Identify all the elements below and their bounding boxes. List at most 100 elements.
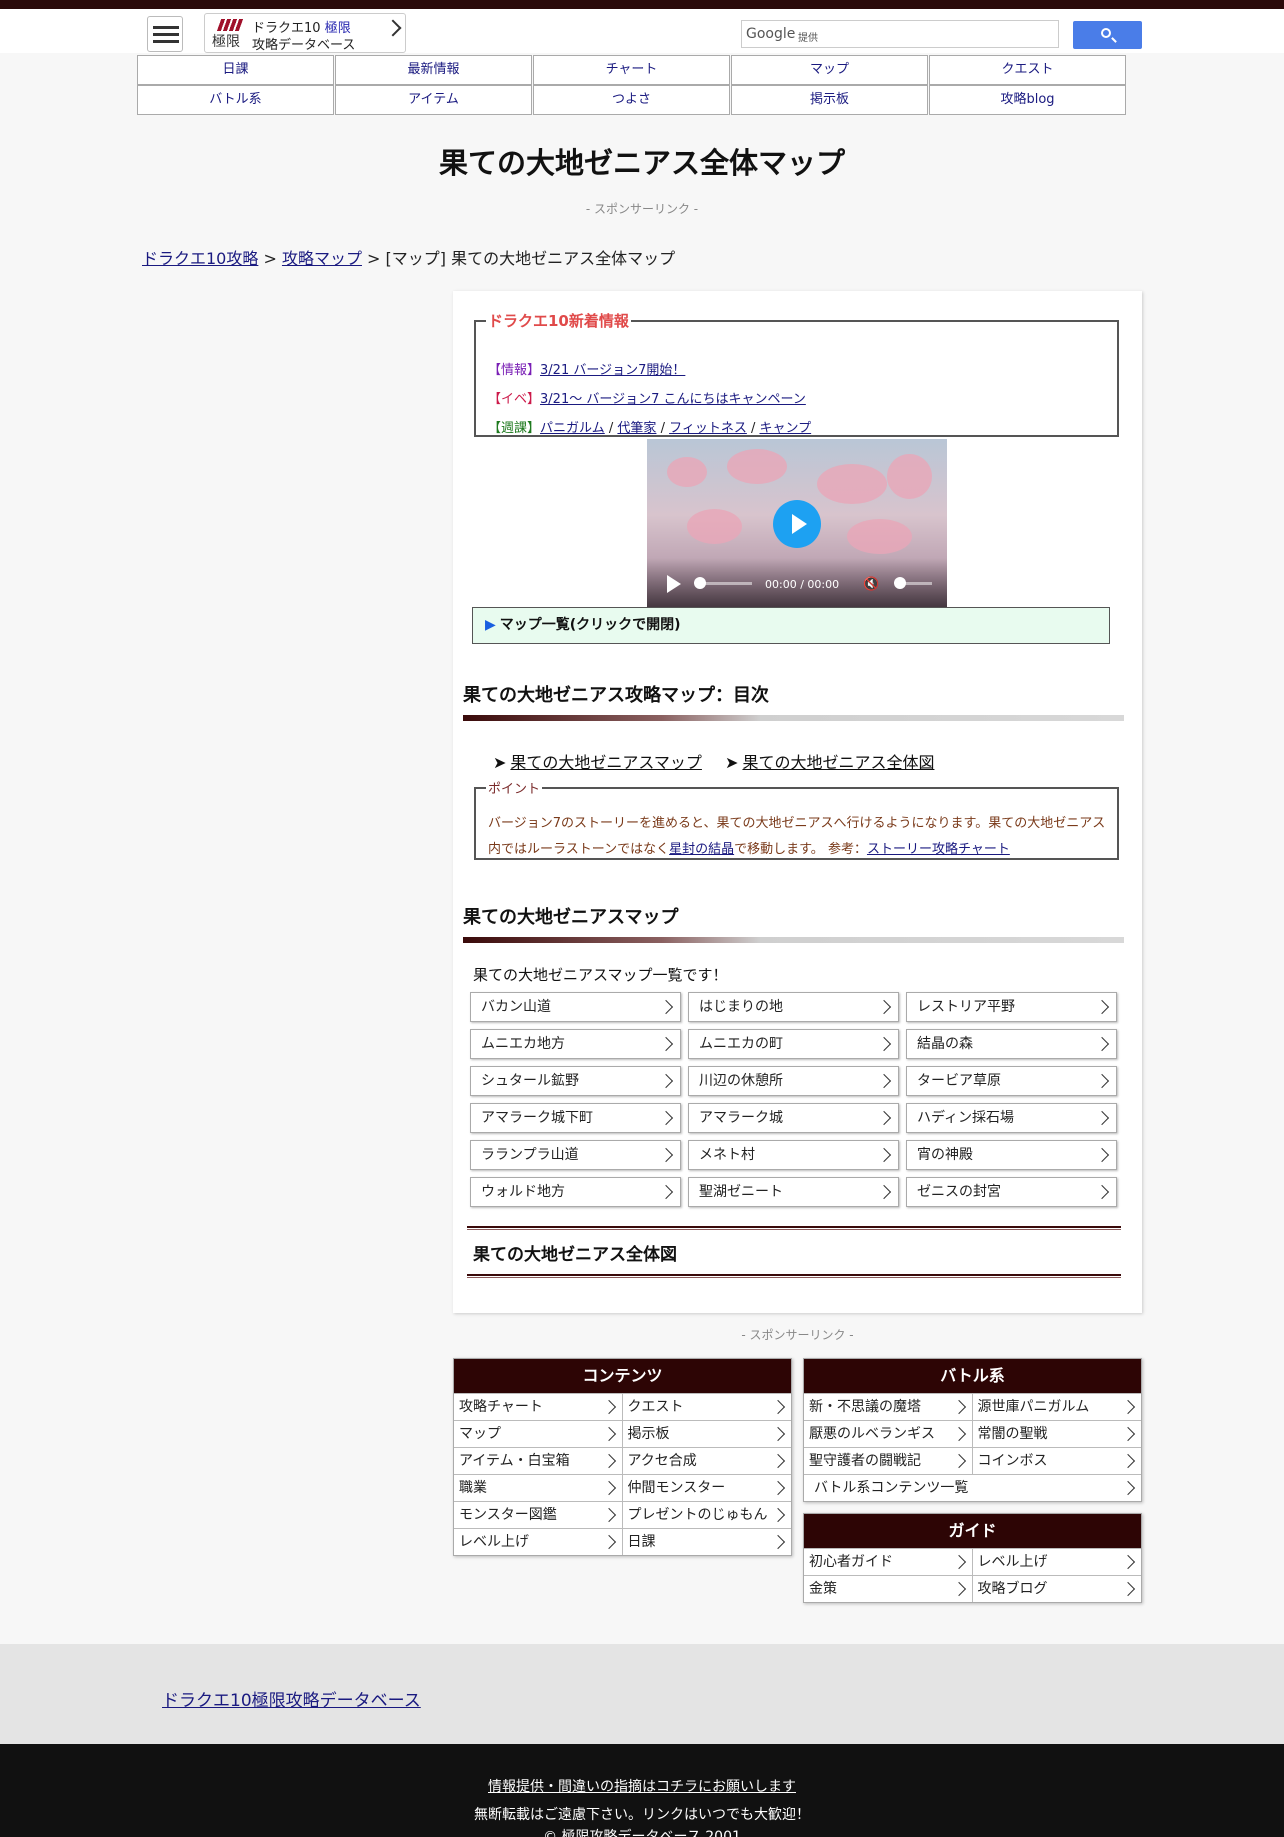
nav-item[interactable]: アイテム [335, 85, 532, 115]
map-link[interactable]: シュタール鉱野 [470, 1066, 681, 1096]
panel-link[interactable]: 源世庫パニガルム [972, 1393, 1141, 1420]
search-button[interactable] [1073, 21, 1142, 49]
panel-link[interactable]: レベル上げ [972, 1548, 1141, 1575]
toc-link-maps[interactable]: 果ての大地ゼニアスマップ [510, 753, 702, 772]
chevron-right-icon [770, 1399, 786, 1415]
panel-link[interactable]: 掲示板 [622, 1420, 791, 1447]
map-link[interactable]: タービア草原 [906, 1066, 1117, 1096]
map-link[interactable]: 宵の神殿 [906, 1140, 1117, 1170]
news-link[interactable]: 3/21 バージョン7開始！ [540, 363, 685, 378]
weekly-link[interactable]: フィットネス [669, 421, 747, 436]
nav-map[interactable]: マップ [731, 55, 928, 85]
map-link[interactable]: ラランプラ山道 [470, 1140, 681, 1170]
play-icon[interactable] [667, 575, 681, 593]
chevron-right-icon [601, 1426, 616, 1442]
report-link[interactable]: 情報提供・間違いの指摘はコチラにお願いします [488, 1779, 796, 1795]
map-link[interactable]: アマラーク城下町 [470, 1103, 681, 1133]
map-link[interactable]: ムニエカの町 [688, 1029, 899, 1059]
nav-strength[interactable]: つよさ [533, 85, 730, 115]
nav-quest[interactable]: クエスト [929, 55, 1126, 85]
top-accent-bar [0, 0, 1284, 9]
panel-link[interactable]: マップ [454, 1420, 623, 1447]
panel-link[interactable]: 新・不思議の魔塔 [804, 1393, 973, 1420]
panel-link[interactable]: 攻略チャート [454, 1393, 623, 1420]
copyright: © 極限攻略データベース 2001 [543, 1829, 741, 1837]
map-link[interactable]: はじまりの地 [688, 992, 899, 1022]
chevron-right-icon [770, 1480, 786, 1496]
news-row: 【イベ】3/21～ バージョン7 こんにちはキャンペーン [488, 392, 806, 407]
panel-link[interactable]: アクセ合成 [622, 1447, 791, 1474]
nav-daily[interactable]: 日課 [137, 55, 334, 85]
map-link[interactable]: 川辺の休憩所 [688, 1066, 899, 1096]
news-link[interactable]: 3/21～ バージョン7 こんにちはキャンペーン [540, 392, 806, 407]
video-player[interactable]: 00:00 / 00:00 🔇 [647, 439, 947, 608]
divider [467, 1274, 1121, 1278]
site-logo-link[interactable]: 極限 ドラクエ10 極限 攻略データベース [204, 13, 406, 53]
panel-link[interactable]: コインボス [972, 1447, 1141, 1474]
map-link[interactable]: ゼニスの封宮 [906, 1177, 1117, 1207]
panel-link[interactable]: 金策 [804, 1575, 973, 1602]
menu-icon[interactable] [147, 16, 183, 52]
heading-underline [463, 937, 1124, 943]
map-link[interactable]: ムニエカ地方 [470, 1029, 681, 1059]
page-title: 果ての大地ゼニアス全体マップ [438, 146, 845, 180]
panel-link[interactable]: 攻略ブログ [972, 1575, 1141, 1602]
map-link[interactable]: 結晶の森 [906, 1029, 1117, 1059]
play-icon[interactable] [773, 500, 821, 548]
seek-slider[interactable] [694, 577, 706, 589]
chevron-right-icon [1094, 1184, 1110, 1200]
breadcrumb-maps[interactable]: 攻略マップ [282, 249, 362, 268]
chevron-right-icon [601, 1507, 616, 1523]
panel-link[interactable]: 日課 [622, 1528, 791, 1555]
panel-link[interactable]: 厭悪のルベランギス [804, 1420, 973, 1447]
map-link[interactable]: バカン山道 [470, 992, 681, 1022]
nav-news[interactable]: 最新情報 [335, 55, 532, 85]
panel-link[interactable]: アイテム・白宝箱 [454, 1447, 623, 1474]
panel-link[interactable]: レベル上げ [454, 1528, 623, 1555]
nav-blog[interactable]: 攻略blog [929, 85, 1126, 115]
nav-battle[interactable]: バトル系 [137, 85, 334, 115]
chevron-right-icon [601, 1399, 616, 1415]
guide-panel: ガイド 初心者ガイド レベル上げ 金策 攻略ブログ [803, 1513, 1142, 1603]
breadcrumb-home[interactable]: ドラクエ10攻略 [142, 249, 258, 268]
panel-link[interactable]: モンスター図鑑 [454, 1501, 623, 1528]
footer-site-link[interactable]: ドラクエ10極限攻略データベース [162, 1686, 421, 1711]
toc-link-overview[interactable]: 果ての大地ゼニアス全体図 [742, 753, 934, 772]
weekly-link[interactable]: パニガルム [540, 421, 605, 436]
mute-icon[interactable]: 🔇 [863, 577, 879, 592]
map-link[interactable]: ウォルド地方 [470, 1177, 681, 1207]
news-box: ドラクエ10新着情報 【情報】3/21 バージョン7開始！ 【イベ】3/21～ … [474, 310, 1119, 437]
main-content: ドラクエ10新着情報 【情報】3/21 バージョン7開始！ 【イベ】3/21～ … [453, 291, 1142, 1313]
map-link[interactable]: ハディン採石場 [906, 1103, 1117, 1133]
chevron-right-icon [1094, 999, 1110, 1015]
video-time: 00:00 / 00:00 [765, 578, 840, 591]
nav-board[interactable]: 掲示板 [731, 85, 928, 115]
map-link[interactable]: 聖湖ゼニート [688, 1177, 899, 1207]
nav-chart[interactable]: チャート [533, 55, 730, 85]
weekly-link[interactable]: キャンプ [760, 421, 812, 436]
map-link[interactable]: レストリア平野 [906, 992, 1117, 1022]
map-list-toggle[interactable]: ▶ マップ一覧(クリックで開閉) [472, 607, 1110, 644]
chevron-right-icon [951, 1554, 966, 1570]
panel-link[interactable]: 初心者ガイド [804, 1548, 973, 1575]
panel-link[interactable]: 職業 [454, 1474, 623, 1501]
search-input[interactable]: Google 提供 [741, 20, 1059, 48]
crystal-link[interactable]: 星封の結晶 [669, 842, 734, 857]
weekly-link[interactable]: 代筆家 [617, 421, 656, 436]
panel-link[interactable]: プレゼントのじゅもん [622, 1501, 791, 1528]
map-link[interactable]: アマラーク城 [688, 1103, 899, 1133]
panel-link[interactable]: 常闇の聖戦 [972, 1420, 1141, 1447]
panel-link[interactable]: 聖守護者の闘戦記 [804, 1447, 973, 1474]
panel-link[interactable]: 仲間モンスター [622, 1474, 791, 1501]
footer: 情報提供・間違いの指摘はコチラにお願いします 無断転載はご遠慮下さい。リンクはい… [0, 1744, 1284, 1837]
volume-slider[interactable] [894, 577, 906, 589]
panel-link[interactable]: クエスト [622, 1393, 791, 1420]
story-chart-link[interactable]: ストーリー攻略チャート [867, 842, 1010, 857]
chevron-right-icon [1120, 1426, 1136, 1442]
maps-heading: 果ての大地ゼニアスマップ [463, 907, 679, 928]
chevron-right-icon [951, 1581, 966, 1597]
panel-link[interactable]: バトル系コンテンツ一覧 [804, 1474, 1141, 1501]
news-row: 【情報】3/21 バージョン7開始！ [488, 363, 686, 378]
chevron-right-icon [1120, 1453, 1136, 1469]
map-link[interactable]: メネト村 [688, 1140, 899, 1170]
